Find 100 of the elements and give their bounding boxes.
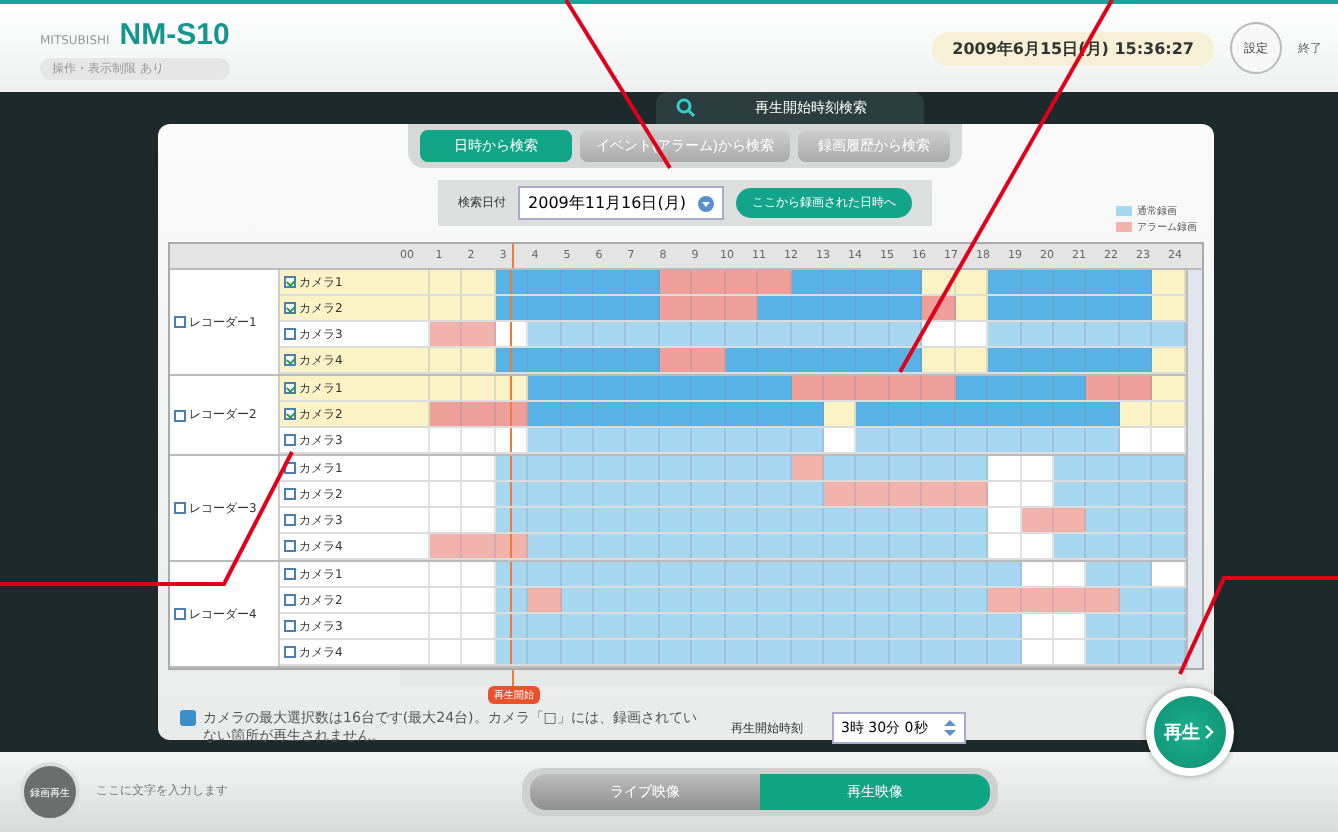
timeline-cell[interactable] bbox=[528, 428, 562, 452]
timeline-cell[interactable] bbox=[429, 270, 463, 294]
checkbox[interactable] bbox=[283, 354, 295, 366]
timeline-cell[interactable] bbox=[594, 402, 627, 426]
timeline-cell[interactable] bbox=[1053, 270, 1087, 294]
timeline-cell[interactable] bbox=[594, 562, 627, 586]
timeline-cell[interactable] bbox=[955, 640, 989, 664]
timeline-cell[interactable] bbox=[725, 348, 759, 372]
timeline-cell[interactable] bbox=[1021, 270, 1054, 294]
timeline-cell[interactable] bbox=[659, 348, 693, 372]
timeline-cell[interactable] bbox=[659, 322, 693, 346]
timeline-cell[interactable] bbox=[626, 402, 660, 426]
timeline-cell[interactable] bbox=[561, 640, 595, 664]
timeline-cell[interactable] bbox=[1021, 562, 1054, 586]
timeline-cell[interactable] bbox=[429, 534, 463, 558]
timeline-cell[interactable] bbox=[758, 588, 792, 612]
timeline-cell[interactable] bbox=[856, 322, 890, 346]
timeline-cell[interactable] bbox=[659, 270, 693, 294]
timeline-cell[interactable] bbox=[626, 640, 660, 664]
timeline-cell[interactable] bbox=[462, 348, 496, 372]
timeline-cell[interactable] bbox=[823, 456, 857, 480]
timeline-cell[interactable] bbox=[429, 348, 463, 372]
timeline-cell[interactable] bbox=[626, 482, 660, 506]
timeline-cell[interactable] bbox=[889, 296, 923, 320]
timeline-cell[interactable] bbox=[495, 456, 529, 480]
timeline-cell[interactable] bbox=[528, 376, 562, 400]
timeline-cell[interactable] bbox=[1152, 614, 1186, 638]
timeline-cell[interactable] bbox=[462, 534, 496, 558]
timeline-cell[interactable] bbox=[1119, 640, 1153, 664]
timeline-cell[interactable] bbox=[561, 588, 595, 612]
timeline-cell[interactable] bbox=[1119, 534, 1153, 558]
timeline-cell[interactable] bbox=[988, 640, 1022, 664]
timeline-cell[interactable] bbox=[1053, 508, 1087, 532]
timeline-cell[interactable] bbox=[988, 588, 1022, 612]
timeline-cell[interactable] bbox=[1119, 588, 1153, 612]
timeline-cell[interactable] bbox=[1152, 270, 1186, 294]
timeline-cell[interactable] bbox=[922, 348, 956, 372]
timeline-cell[interactable] bbox=[397, 348, 430, 372]
checkbox[interactable] bbox=[173, 409, 185, 421]
timeline-cell[interactable] bbox=[955, 296, 989, 320]
checkbox[interactable] bbox=[283, 276, 295, 288]
timeline-cell[interactable] bbox=[626, 588, 660, 612]
timeline-cell[interactable] bbox=[1086, 376, 1120, 400]
timeline-cell[interactable] bbox=[922, 402, 956, 426]
timeline-cell[interactable] bbox=[856, 482, 890, 506]
timeline-cell[interactable] bbox=[692, 348, 726, 372]
timeline-cell[interactable] bbox=[528, 562, 562, 586]
checkbox[interactable] bbox=[283, 488, 295, 500]
timeline-cell[interactable] bbox=[758, 348, 792, 372]
timeline-cell[interactable] bbox=[758, 322, 792, 346]
timeline-cell[interactable] bbox=[725, 402, 759, 426]
timeline-cell[interactable] bbox=[725, 534, 759, 558]
timeline-cell[interactable] bbox=[495, 402, 529, 426]
timeline-cell[interactable] bbox=[889, 376, 923, 400]
timeline-cell[interactable] bbox=[725, 296, 759, 320]
timeline-cell[interactable] bbox=[561, 508, 595, 532]
timeline-cell[interactable] bbox=[626, 534, 660, 558]
timeline-cell[interactable] bbox=[1086, 402, 1120, 426]
checkbox[interactable] bbox=[283, 382, 295, 394]
timeline-cell[interactable] bbox=[922, 640, 956, 664]
timeline-cell[interactable] bbox=[594, 296, 627, 320]
timeline-cell[interactable] bbox=[659, 402, 693, 426]
timeline-cell[interactable] bbox=[1053, 376, 1087, 400]
timeline-cell[interactable] bbox=[1053, 588, 1087, 612]
timeline-cell[interactable] bbox=[692, 456, 726, 480]
timeline-cell[interactable] bbox=[1053, 402, 1087, 426]
timeline-cell[interactable] bbox=[1021, 534, 1054, 558]
timeline-cell[interactable] bbox=[462, 402, 496, 426]
timeline-cell[interactable] bbox=[659, 482, 693, 506]
timeline-cell[interactable] bbox=[1021, 588, 1054, 612]
timeline-cell[interactable] bbox=[889, 562, 923, 586]
timeline-cell[interactable] bbox=[791, 376, 824, 400]
timeline-cell[interactable] bbox=[758, 562, 792, 586]
timeline-cell[interactable] bbox=[856, 534, 890, 558]
timeline-cell[interactable] bbox=[889, 428, 923, 452]
timeline-cell[interactable] bbox=[1152, 296, 1186, 320]
timeline-cell[interactable] bbox=[626, 270, 660, 294]
timeline-cell[interactable] bbox=[528, 296, 562, 320]
timeline-cell[interactable] bbox=[692, 588, 726, 612]
timeline-cell[interactable] bbox=[922, 456, 956, 480]
timeline-cell[interactable] bbox=[1021, 376, 1054, 400]
timeline-cell[interactable] bbox=[528, 482, 562, 506]
timeline-cell[interactable] bbox=[1021, 614, 1054, 638]
timeline-cell[interactable] bbox=[1053, 456, 1087, 480]
timeline-cell[interactable] bbox=[528, 534, 562, 558]
timeline-cell[interactable] bbox=[725, 456, 759, 480]
timeline-cell[interactable] bbox=[955, 402, 989, 426]
timeline-cell[interactable] bbox=[791, 402, 824, 426]
timeline-cell[interactable] bbox=[791, 428, 824, 452]
timeline-cell[interactable] bbox=[856, 640, 890, 664]
timeline-cell[interactable] bbox=[823, 508, 857, 532]
timeline-cell[interactable] bbox=[922, 562, 956, 586]
timeline-cell[interactable] bbox=[1086, 562, 1120, 586]
timeline-cell[interactable] bbox=[692, 428, 726, 452]
timeline-cell[interactable] bbox=[495, 376, 529, 400]
timeline-cell[interactable] bbox=[725, 508, 759, 532]
timeline-cell[interactable] bbox=[561, 270, 595, 294]
timeline-cell[interactable] bbox=[922, 508, 956, 532]
timeline-cell[interactable] bbox=[791, 322, 824, 346]
timeline-cell[interactable] bbox=[856, 588, 890, 612]
